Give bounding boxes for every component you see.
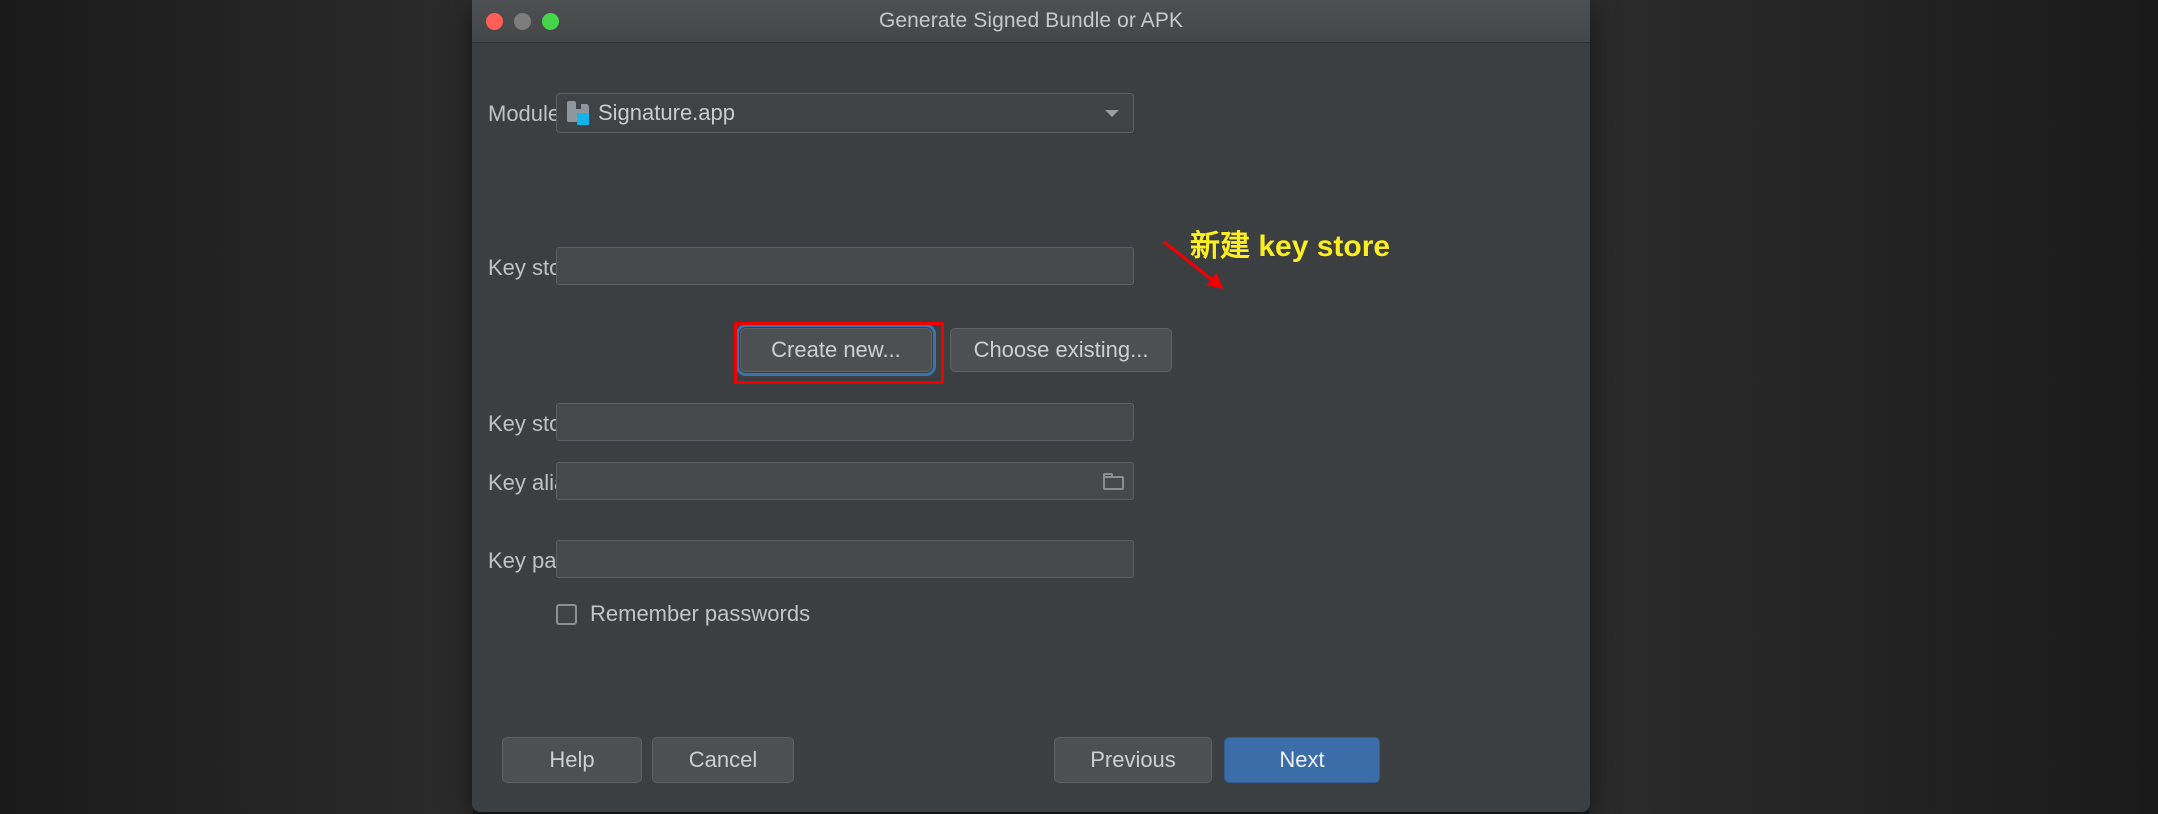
close-window-icon[interactable] xyxy=(486,12,503,30)
key-store-path-input[interactable] xyxy=(556,247,1134,285)
module-label: Module xyxy=(488,101,561,126)
key-password-input[interactable] xyxy=(556,540,1134,578)
key-alias-input[interactable] xyxy=(556,462,1134,500)
module-selected-value: Signature.app xyxy=(598,100,735,125)
create-new-button[interactable]: Create new... xyxy=(736,324,936,376)
previous-button[interactable]: Previous xyxy=(1054,737,1212,783)
choose-existing-button[interactable]: Choose existing... xyxy=(950,328,1172,372)
dialog-titlebar: Generate Signed Bundle or APK xyxy=(472,0,1590,43)
backdrop-left-gradient xyxy=(0,0,473,814)
remember-passwords-label: Remember passwords xyxy=(590,601,811,626)
chevron-down-icon[interactable] xyxy=(1105,109,1119,117)
folder-browse-icon[interactable] xyxy=(1103,472,1124,490)
folder-module-icon xyxy=(567,100,589,125)
backdrop-right-gradient xyxy=(1589,0,2158,814)
minimize-window-icon[interactable] xyxy=(514,12,531,30)
annotation-arrow-icon xyxy=(1163,240,1224,289)
maximize-window-icon[interactable] xyxy=(542,12,559,30)
cancel-button[interactable]: Cancel xyxy=(652,737,794,783)
annotation-text: 新建 key store xyxy=(1190,230,1391,263)
remember-passwords-checkbox[interactable] xyxy=(556,603,577,625)
next-button[interactable]: Next xyxy=(1224,737,1380,783)
dialog-form: Module Signature.app Key store path Crea… xyxy=(472,43,1590,812)
window-controls xyxy=(486,0,559,42)
generate-signed-bundle-dialog: Generate Signed Bundle or APK Module Sig… xyxy=(472,0,1590,812)
window-title: Generate Signed Bundle or APK xyxy=(878,9,1184,32)
help-button[interactable]: Help xyxy=(502,737,642,783)
remember-passwords-row[interactable]: Remember passwords xyxy=(556,601,810,627)
key-store-password-input[interactable] xyxy=(556,403,1134,441)
module-dropdown[interactable]: Signature.app xyxy=(556,93,1134,133)
